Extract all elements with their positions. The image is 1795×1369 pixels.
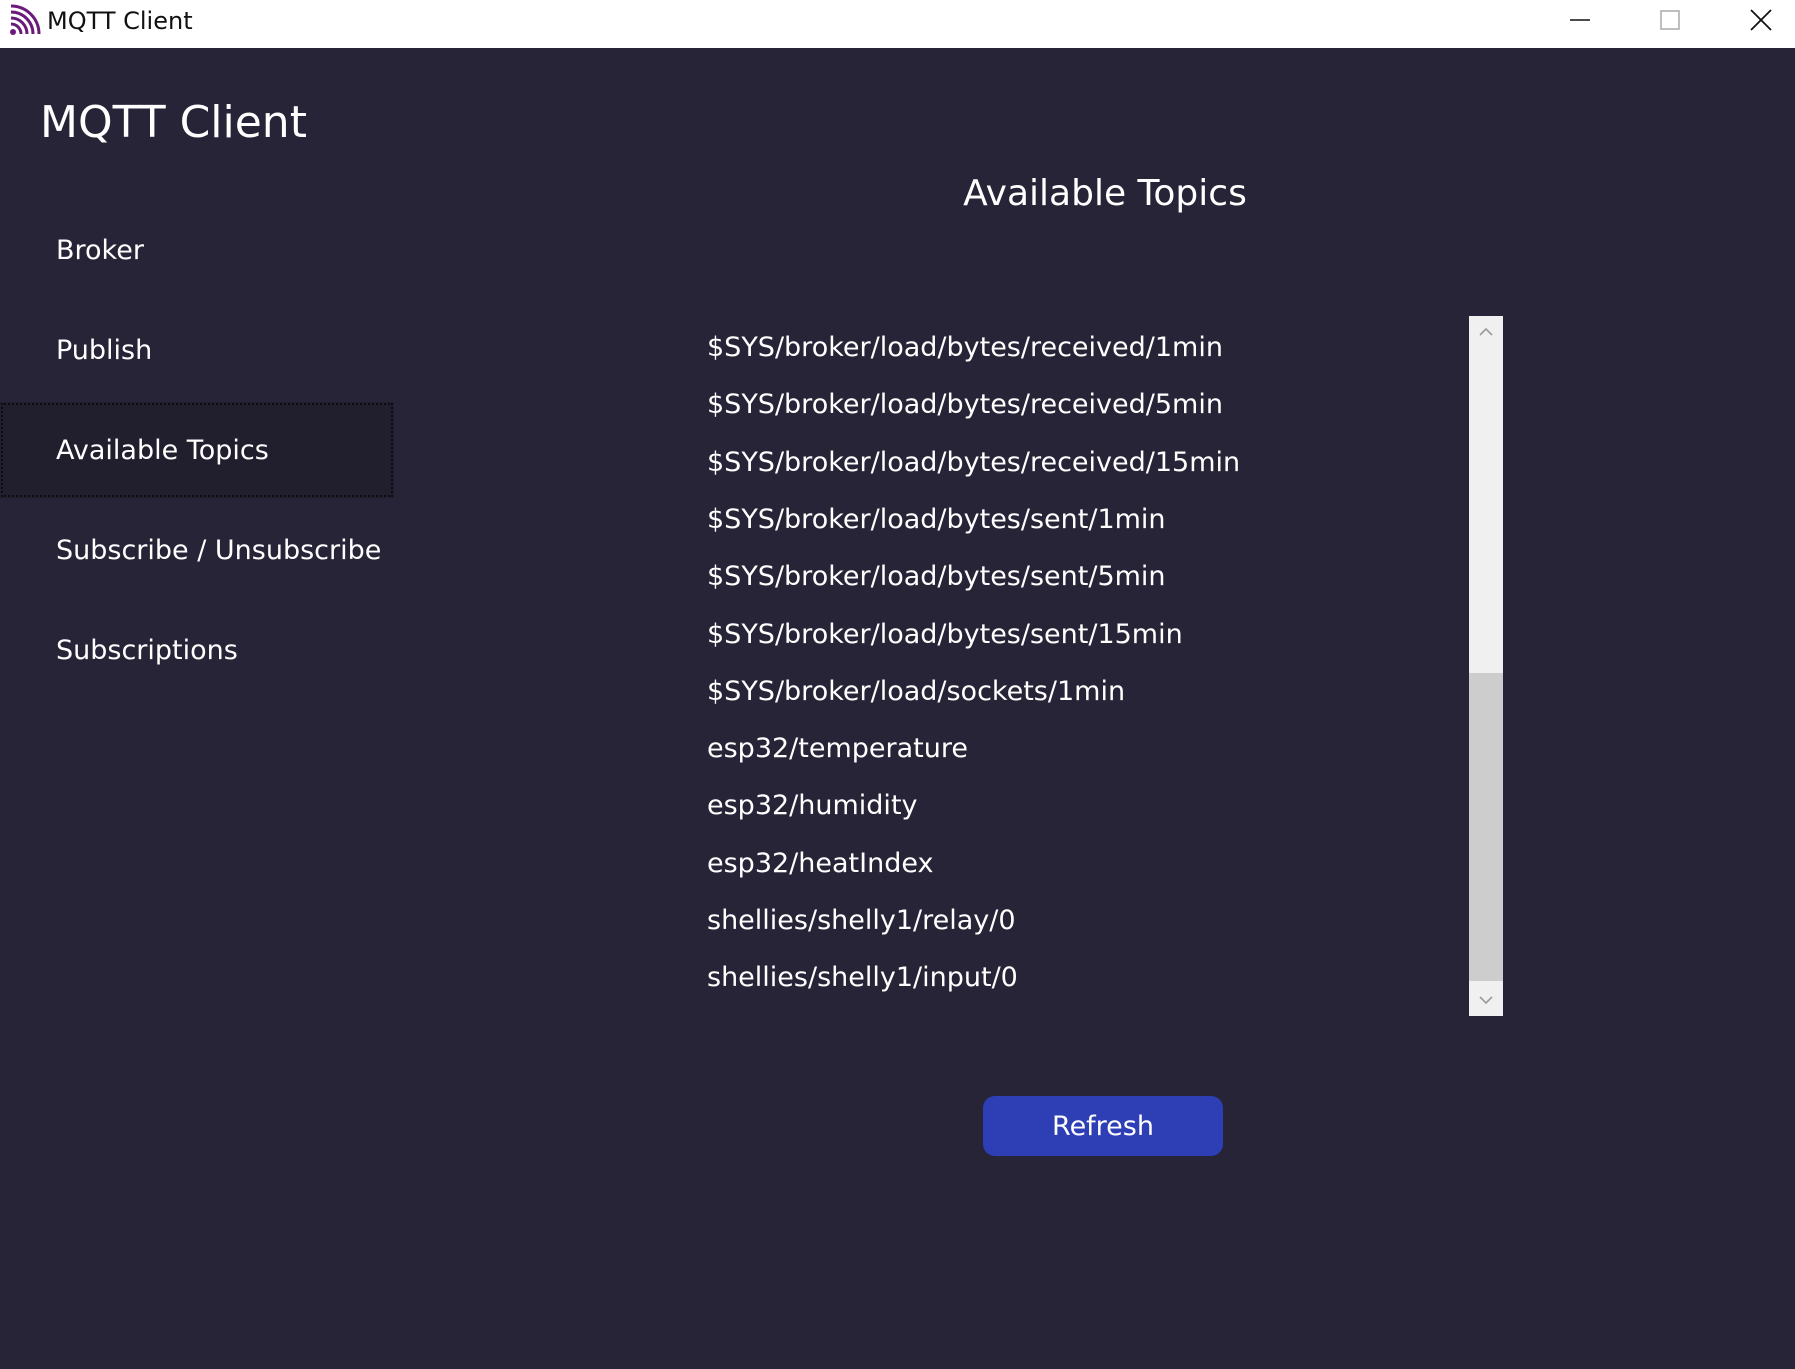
nav-item-publish[interactable]: Publish	[0, 302, 394, 398]
nav-item-label: Subscriptions	[56, 634, 238, 666]
window-titlebar: MQTT Client	[0, 0, 1795, 48]
chevron-down-icon	[1479, 996, 1493, 1005]
minimize-icon	[1570, 19, 1590, 21]
close-button[interactable]	[1715, 0, 1795, 40]
list-item[interactable]: $SYS/broker/load/sockets/1min	[707, 663, 1125, 720]
list-item[interactable]: $SYS/broker/load/bytes/sent/5min	[707, 548, 1166, 605]
topic-list[interactable]: $SYS/broker/load/bytes/received/1min $SY…	[700, 316, 1470, 1016]
list-item[interactable]: $SYS/broker/load/bytes/received/15min	[707, 434, 1240, 491]
list-item[interactable]: $SYS/broker/load/bytes/received/1min	[707, 319, 1223, 376]
maximize-button[interactable]	[1624, 0, 1716, 40]
chevron-up-icon	[1479, 327, 1493, 336]
list-item[interactable]: $SYS/broker/load/bytes/sent/15min	[707, 606, 1183, 663]
refresh-button[interactable]: Refresh	[983, 1096, 1223, 1156]
app-title: MQTT Client	[40, 97, 307, 148]
close-icon	[1750, 9, 1772, 31]
scroll-thumb[interactable]	[1469, 673, 1503, 981]
nav-item-subscribe-unsubscribe[interactable]: Subscribe / Unsubscribe	[0, 502, 394, 598]
maximize-icon	[1660, 10, 1680, 30]
scroll-down-button[interactable]	[1469, 984, 1503, 1016]
page-title: Available Topics	[963, 173, 1247, 214]
list-item[interactable]: esp32/heatIndex	[707, 835, 933, 892]
window-title: MQTT Client	[47, 7, 193, 35]
list-item[interactable]: esp32/temperature	[707, 720, 968, 777]
nav-item-label: Subscribe / Unsubscribe	[56, 534, 382, 566]
list-item[interactable]: $SYS/broker/load/bytes/received/5min	[707, 376, 1223, 433]
nav-item-label: Broker	[56, 234, 144, 266]
list-item[interactable]: $SYS/broker/load/bytes/sent/1min	[707, 491, 1166, 548]
nav-item-label: Publish	[56, 334, 153, 366]
list-item[interactable]: shellies/shelly1/relay/0	[707, 892, 1016, 949]
list-item[interactable]: esp32/humidity	[707, 777, 918, 834]
nav-item-broker[interactable]: Broker	[0, 202, 394, 298]
nav-item-available-topics[interactable]: Available Topics	[0, 402, 394, 498]
nav-item-label: Available Topics	[56, 434, 269, 466]
scroll-up-button[interactable]	[1469, 316, 1503, 348]
minimize-button[interactable]	[1534, 0, 1626, 40]
list-item[interactable]: shellies/shelly1/input/0	[707, 949, 1018, 1006]
rss-feed-icon	[9, 4, 41, 36]
nav-item-subscriptions[interactable]: Subscriptions	[0, 602, 394, 698]
topic-list-scrollbar[interactable]	[1469, 316, 1503, 1016]
